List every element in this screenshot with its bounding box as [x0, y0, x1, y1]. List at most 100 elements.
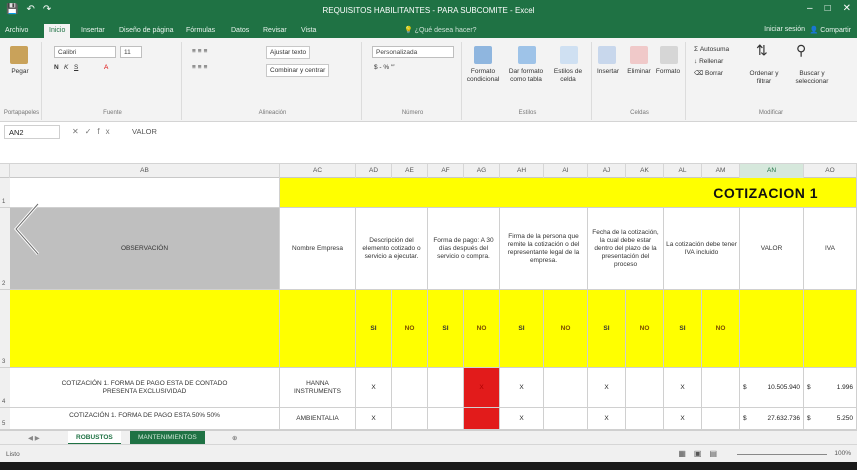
- iva-header[interactable]: IVA: [804, 208, 857, 290]
- si-cell[interactable]: SI: [664, 290, 702, 368]
- mark-cell[interactable]: [626, 368, 664, 408]
- column-header[interactable]: AE: [392, 164, 428, 178]
- merge-center-button[interactable]: Combinar y centrar: [266, 64, 330, 77]
- select-all-corner[interactable]: [0, 164, 10, 178]
- fx-icon[interactable]: fx: [97, 127, 115, 136]
- firma-header[interactable]: Firma de la persona que remite la cotiza…: [500, 208, 588, 290]
- column-header[interactable]: AC: [280, 164, 356, 178]
- close-icon[interactable]: ✕: [843, 3, 851, 14]
- font-name-select[interactable]: Calibri: [54, 46, 116, 58]
- italic-button[interactable]: K: [64, 64, 68, 72]
- row-header[interactable]: 5: [0, 408, 10, 430]
- si-cell[interactable]: SI: [588, 290, 626, 368]
- sort-filter-button[interactable]: Ordenar y filtrar: [742, 70, 786, 86]
- mark-cell-highlighted[interactable]: [464, 408, 500, 430]
- mark-cell-highlighted[interactable]: X: [464, 368, 500, 408]
- fill-button[interactable]: ↓ Rellenar: [694, 58, 723, 66]
- column-header[interactable]: AO: [804, 164, 857, 178]
- iva-cell[interactable]: $ 5.250: [804, 408, 857, 430]
- conditional-format-icon[interactable]: [474, 46, 492, 64]
- mark-cell[interactable]: X: [356, 408, 392, 430]
- sheet-tab-mantenimientos[interactable]: MANTENIMIENTOS: [130, 431, 205, 445]
- mark-cell[interactable]: X: [500, 408, 544, 430]
- clear-button[interactable]: ⌫ Borrar: [694, 70, 723, 78]
- no-cell[interactable]: NO: [392, 290, 428, 368]
- mark-cell[interactable]: [544, 368, 588, 408]
- tab-insertar[interactable]: Insertar: [76, 24, 110, 38]
- si-cell[interactable]: SI: [428, 290, 464, 368]
- column-header[interactable]: AK: [626, 164, 664, 178]
- mark-cell[interactable]: [392, 408, 428, 430]
- insert-cells-icon[interactable]: [598, 46, 616, 64]
- page-layout-icon[interactable]: ▣: [694, 449, 702, 458]
- tab-vista[interactable]: Vista: [296, 24, 321, 38]
- cancel-icon[interactable]: ✕: [72, 127, 85, 136]
- column-header[interactable]: AL: [664, 164, 702, 178]
- grid-cell[interactable]: [740, 290, 804, 368]
- formula-input[interactable]: VALOR: [128, 125, 848, 139]
- mark-cell[interactable]: [702, 408, 740, 430]
- no-cell[interactable]: NO: [464, 290, 500, 368]
- observacion-cell[interactable]: COTIZACIÓN 1. FORMA DE PAGO ESTA DE CONT…: [10, 368, 280, 408]
- column-header[interactable]: AJ: [588, 164, 626, 178]
- name-box[interactable]: AN2: [4, 125, 60, 139]
- mark-cell[interactable]: X: [664, 408, 702, 430]
- cotizacion-title-cell[interactable]: COTIZACION 1: [280, 178, 857, 208]
- row-header[interactable]: 2: [0, 208, 10, 290]
- mark-cell[interactable]: X: [664, 368, 702, 408]
- descripcion-header[interactable]: Descripción del elemento cotizado o serv…: [356, 208, 428, 290]
- tell-me-box[interactable]: 💡 ¿Qué desea hacer?: [404, 26, 477, 34]
- bold-button[interactable]: N: [54, 64, 59, 72]
- delete-cells-icon[interactable]: [630, 46, 648, 64]
- mark-cell[interactable]: [428, 368, 464, 408]
- si-cell[interactable]: SI: [500, 290, 544, 368]
- currency-icon[interactable]: $ - % ′′′: [374, 64, 395, 72]
- sign-in-link[interactable]: Iniciar sesión: [764, 26, 805, 33]
- empresa-cell[interactable]: AMBIENTALIA: [280, 408, 356, 430]
- font-color-icon[interactable]: A: [104, 64, 108, 72]
- valor-header[interactable]: VALOR: [740, 208, 804, 290]
- iva-cell[interactable]: $ 1.996: [804, 368, 857, 408]
- number-format-select[interactable]: Personalizada: [372, 46, 454, 58]
- mark-cell[interactable]: X: [500, 368, 544, 408]
- sheet-tab-robustos[interactable]: ROBUSTOS: [68, 431, 121, 445]
- valor-cell[interactable]: $ 27.632.736: [740, 408, 804, 430]
- tab-revisar[interactable]: Revisar: [258, 24, 292, 38]
- grid-cell[interactable]: [10, 290, 280, 368]
- column-header[interactable]: AM: [702, 164, 740, 178]
- row-header[interactable]: 4: [0, 368, 10, 408]
- empresa-header[interactable]: Nombre Empresa: [280, 208, 356, 290]
- mark-cell[interactable]: [702, 368, 740, 408]
- observacion-cell[interactable]: COTIZACIÓN 1. FORMA DE PAGO ESTA 50% 50%: [10, 408, 280, 430]
- tab-inicio[interactable]: Inicio: [44, 24, 71, 38]
- format-table-icon[interactable]: [518, 46, 536, 64]
- row-header[interactable]: 3: [0, 290, 10, 368]
- forma-pago-header[interactable]: Forma de pago: A 30 días después del ser…: [428, 208, 500, 290]
- iva-included-header[interactable]: La cotización debe tener IVA incluido: [664, 208, 740, 290]
- column-header[interactable]: AB: [10, 164, 280, 178]
- chevron-left-icon[interactable]: [12, 202, 42, 256]
- fecha-header[interactable]: Fecha de la cotización, la cual debe est…: [588, 208, 664, 290]
- tab-diseno-pagina[interactable]: Diseño de página: [114, 24, 179, 38]
- mark-cell[interactable]: [428, 408, 464, 430]
- autosum-button[interactable]: Σ Autosuma: [694, 46, 729, 54]
- valor-cell[interactable]: $ 10.505.940: [740, 368, 804, 408]
- page-break-icon[interactable]: ▤: [709, 449, 717, 458]
- minimize-icon[interactable]: –: [807, 3, 813, 14]
- paste-button[interactable]: Pegar: [6, 68, 34, 76]
- mark-cell[interactable]: [544, 408, 588, 430]
- wrap-text-button[interactable]: Ajustar texto: [266, 46, 311, 59]
- column-header[interactable]: AG: [464, 164, 500, 178]
- font-size-select[interactable]: 11: [120, 46, 142, 58]
- find-icon[interactable]: ⚲: [796, 43, 806, 57]
- si-cell[interactable]: SI: [356, 290, 392, 368]
- conditional-format-button[interactable]: Formato condicional: [464, 68, 502, 84]
- grid-cell[interactable]: [280, 290, 356, 368]
- no-cell[interactable]: NO: [702, 290, 740, 368]
- align-top-icon[interactable]: ≡≡≡: [192, 48, 209, 56]
- empresa-cell[interactable]: HANNA INSTRUMENTS: [280, 368, 356, 408]
- insert-button[interactable]: Insertar: [594, 68, 622, 76]
- share-button[interactable]: 👤 Compartir: [810, 26, 851, 34]
- grid-cell[interactable]: [804, 290, 857, 368]
- underline-button[interactable]: S: [74, 64, 78, 72]
